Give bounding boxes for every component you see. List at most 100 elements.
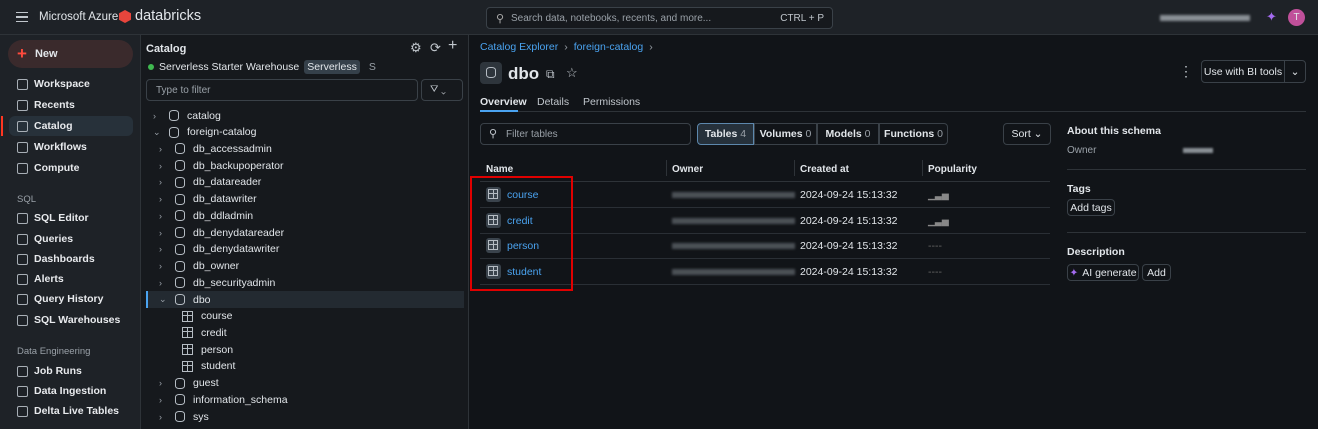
global-search[interactable]: ⚲ Search data, notebooks, recents, and m… [486,7,833,29]
sidebar-item-queries[interactable]: Queries [9,229,133,249]
settings-icon[interactable]: ⚙ [410,40,422,56]
tree-item[interactable]: › db_datawriter [159,191,257,208]
ai-generate-button[interactable]: ✦ AI generate [1067,264,1139,281]
tree-item[interactable]: student [182,358,235,375]
column-divider[interactable] [922,160,923,176]
tree-item[interactable]: › db_ddladmin [159,207,253,224]
schema-icon [175,227,185,239]
tree-item[interactable]: › sys [159,408,209,425]
warehouse-selector[interactable]: Serverless Starter Warehouse Serverless … [148,60,376,74]
chevron-right-icon[interactable]: › [159,211,167,221]
filter-dropdown-button[interactable]: ⛛ ⌄ [421,79,463,101]
tree-item[interactable]: ⌄ foreign-catalog [153,124,256,141]
tree-item[interactable]: › db_denydatawriter [159,241,279,258]
segment-volumes[interactable]: Volumes 0 [754,123,817,145]
sidebar-item-job-runs[interactable]: Job Runs [9,361,133,381]
column-header-owner[interactable]: Owner [672,164,703,175]
breadcrumb-foreign-catalog[interactable]: foreign-catalog [574,41,643,53]
sidebar-item-data-ingestion[interactable]: Data Ingestion [9,381,133,401]
chevron-right-icon[interactable]: › [159,228,167,238]
add-icon[interactable]: + [448,37,457,55]
sidebar-item-label: Queries [34,233,74,245]
column-divider[interactable] [666,160,667,176]
sidebar-item-sql-editor[interactable]: SQL Editor [9,208,133,228]
sidebar-item-compute[interactable]: Compute [9,158,133,178]
chevron-right-icon[interactable]: › [153,111,161,121]
segment-functions[interactable]: Functions 0 [879,123,948,145]
use-with-bi-tools-button[interactable]: Use with BI tools [1201,60,1285,83]
tree-item-label: catalog [187,109,221,122]
schema-icon [175,260,185,272]
copy-icon[interactable]: ⧉ [546,67,555,82]
chevron-down-icon[interactable]: ⌄ [159,294,167,305]
chevron-right-icon[interactable]: › [159,378,167,388]
tab-overview[interactable]: Overview [480,96,527,108]
tree-item[interactable]: ⌄ dbo [159,291,211,308]
chevron-right-icon[interactable]: › [159,144,167,154]
chevron-down-icon[interactable]: ⌄ [153,127,161,138]
tree-item[interactable]: › db_owner [159,258,239,275]
assistant-icon[interactable]: ✦ [1266,9,1277,25]
chevron-right-icon[interactable]: › [159,194,167,204]
filter-tables-input[interactable]: ⚲ Filter tables [480,123,691,145]
sidebar-item-recents[interactable]: Recents [9,95,133,115]
segment-count: 0 [864,128,871,140]
kebab-menu-icon[interactable]: ⋮ [1179,63,1193,80]
tree-item[interactable]: › db_datareader [159,174,261,191]
tree-item[interactable]: › catalog [153,107,221,124]
sidebar-item-alerts[interactable]: Alerts [9,269,133,289]
table-icon [182,310,193,322]
tab-permissions[interactable]: Permissions [583,96,640,108]
column-header-created-at[interactable]: Created at [800,164,849,175]
tree-item[interactable]: › db_backupoperator [159,157,284,174]
chevron-right-icon[interactable]: › [159,412,167,422]
owner-blurred [672,192,795,198]
tree-item[interactable]: › db_accessadmin [159,140,272,157]
chevron-right-icon[interactable]: › [159,244,167,254]
refresh-icon[interactable]: ⟳ [430,40,441,56]
chevron-right-icon[interactable]: › [159,395,167,405]
sidebar-item-catalog[interactable]: Catalog [9,116,133,136]
tree-item[interactable]: › db_securityadmin [159,274,275,291]
segment-count: 0 [937,128,943,140]
tree-item[interactable]: › guest [159,375,219,392]
chevron-right-icon[interactable]: › [159,161,167,171]
sidebar-item-workspace[interactable]: Workspace [9,74,133,94]
chevron-right-icon[interactable]: › [159,177,167,187]
add-description-button[interactable]: Add [1142,264,1171,281]
sort-button[interactable]: Sort ⌄ [1003,123,1051,145]
segment-models[interactable]: Models 0 [817,123,879,145]
avatar[interactable]: T [1288,9,1305,26]
about-heading: About this schema [1067,125,1161,137]
catalog-filter-input[interactable]: Type to filter [146,79,418,101]
segment-tables[interactable]: Tables 4 [697,123,754,145]
tree-item[interactable]: credit [182,324,227,341]
schema-icon [175,294,185,306]
chevron-right-icon[interactable]: › [159,278,167,288]
breadcrumb-catalog-explorer[interactable]: Catalog Explorer [480,41,558,53]
schema-icon [175,160,185,172]
tags-heading: Tags [1067,183,1091,195]
menu-icon[interactable] [16,12,28,22]
tree-item-label: db_securityadmin [193,276,276,289]
column-header-popularity[interactable]: Popularity [928,164,977,175]
sidebar-item-delta-live-tables[interactable]: Delta Live Tables [9,401,133,421]
product-label[interactable]: databricks [135,8,201,24]
tab-details[interactable]: Details [537,96,569,108]
chevron-right-icon[interactable]: › [159,261,167,271]
segment-label: Models [825,128,862,140]
star-icon[interactable]: ☆ [566,65,578,81]
add-tags-button[interactable]: Add tags [1067,199,1115,216]
sidebar-item-sql-warehouses[interactable]: SQL Warehouses [9,310,133,330]
column-divider[interactable] [794,160,795,176]
bi-tools-dropdown-button[interactable]: ⌄ [1284,60,1306,83]
tree-item[interactable]: › information_schema [159,391,288,408]
sidebar-item-workflows[interactable]: Workflows [9,137,133,157]
new-button[interactable]: + New [8,40,133,68]
tree-item[interactable]: › db_denydatareader [159,224,284,241]
column-header-name[interactable]: Name [486,164,513,175]
tree-item[interactable]: course [182,308,233,325]
sidebar-item-dashboards[interactable]: Dashboards [9,249,133,269]
tree-item[interactable]: person [182,341,233,358]
sidebar-item-query-history[interactable]: Query History [9,289,133,309]
